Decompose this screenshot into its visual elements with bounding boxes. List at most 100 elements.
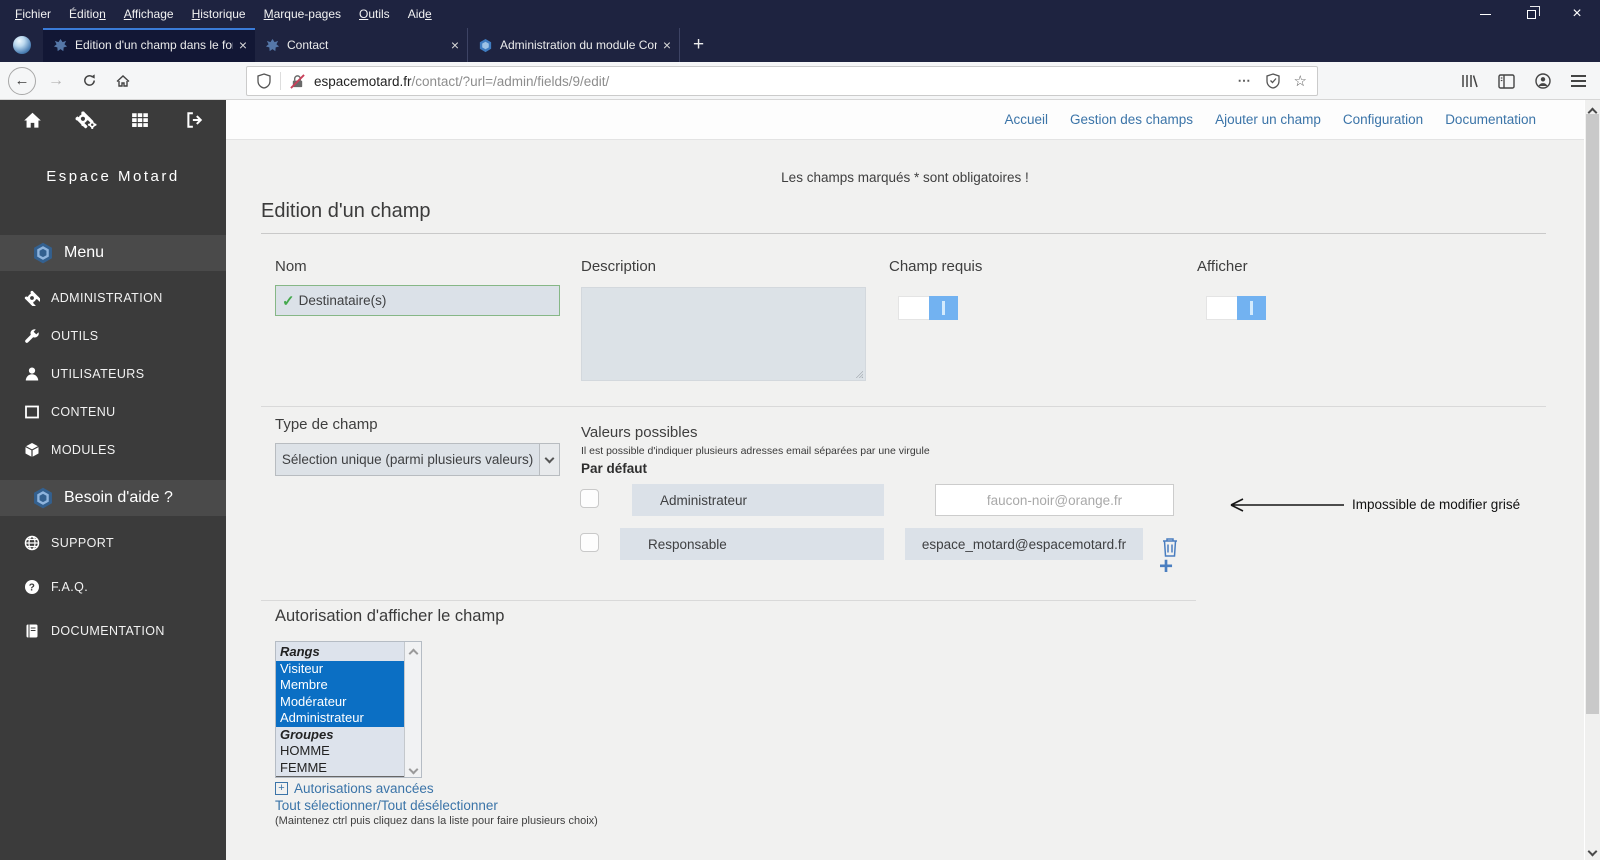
listbox-option-homme[interactable]: HOMME xyxy=(276,743,404,760)
restore-button[interactable] xyxy=(1508,0,1554,28)
bookmark-star-icon[interactable]: ☆ xyxy=(1294,72,1307,90)
menubar-item-aide[interactable]: Aide xyxy=(399,7,441,21)
nav-link-documentation[interactable]: Documentation xyxy=(1445,112,1536,127)
menubar-item-affichage[interactable]: Affichage xyxy=(115,7,183,21)
home-button[interactable] xyxy=(110,73,136,89)
nom-input[interactable]: ✓ Destinataire(s) xyxy=(275,285,560,316)
default-checkbox-responsable[interactable] xyxy=(580,533,599,552)
sidebar-item-utilisateurs[interactable]: UTILISATEURS xyxy=(0,361,226,387)
scroll-down-icon[interactable] xyxy=(408,764,418,775)
sphere-icon xyxy=(13,36,31,54)
page-actions-icon[interactable]: ⋯ xyxy=(1238,73,1252,89)
nav-link-configuration[interactable]: Configuration xyxy=(1343,112,1423,127)
sidebar-item-support[interactable]: SUPPORT xyxy=(0,530,226,556)
page-scrollbar[interactable] xyxy=(1584,100,1600,860)
scrollbar-down-icon[interactable] xyxy=(1587,846,1598,857)
tout-deselectionner-link[interactable]: Tout désélectionner xyxy=(381,798,498,813)
autorisations-avancees-link[interactable]: + Autorisations avancées xyxy=(275,781,434,796)
sidebar-item-faq[interactable]: ? F.A.Q. xyxy=(0,574,226,600)
sidebars-icon[interactable] xyxy=(1498,73,1515,89)
tab-close-icon[interactable]: × xyxy=(239,38,247,52)
valid-check-icon: ✓ xyxy=(282,292,295,310)
hamburger-menu-icon[interactable] xyxy=(1571,75,1586,87)
description-label: Description xyxy=(581,258,657,275)
menubar-item-historique[interactable]: Historique xyxy=(183,7,255,21)
insecure-lock-icon[interactable] xyxy=(290,73,305,89)
value-name-field[interactable]: Responsable xyxy=(620,528,884,560)
tout-selectionner-link[interactable]: Tout sélectionner xyxy=(275,798,377,813)
nav-link-gestion-des-champs[interactable]: Gestion des champs xyxy=(1070,112,1193,127)
logout-button[interactable] xyxy=(182,108,206,132)
tab-close-icon[interactable]: × xyxy=(451,38,459,52)
minimize-button[interactable] xyxy=(1462,0,1508,28)
sidebar-item-label: F.A.Q. xyxy=(51,580,89,594)
listbox-option-membre[interactable]: Membre xyxy=(276,677,404,694)
listbox-option-moderateur[interactable]: Modérateur xyxy=(276,693,404,710)
close-window-button[interactable]: × xyxy=(1554,0,1600,28)
sidebar-menu-label: Menu xyxy=(64,244,105,261)
value-email-field-disabled: faucon-noir@orange.fr xyxy=(935,484,1174,516)
chevron-down-icon xyxy=(544,453,555,463)
reload-button[interactable] xyxy=(76,73,102,88)
annotation-text: Impossible de modifier grisé xyxy=(1352,497,1521,512)
valeurs-hint: Il est possible d'indiquer plusieurs adr… xyxy=(581,445,930,457)
url-domain: espacemotard.fr xyxy=(314,73,412,89)
type-de-champ-label: Type de champ xyxy=(275,416,378,433)
sidebar-item-label: OUTILS xyxy=(51,329,99,343)
sidebar-item-outils[interactable]: OUTILS xyxy=(0,323,226,349)
scroll-up-icon[interactable] xyxy=(408,648,418,659)
resize-grip-icon[interactable] xyxy=(855,370,863,378)
home-shortcut-button[interactable] xyxy=(20,108,44,132)
back-button[interactable]: ← xyxy=(8,66,36,95)
shield-icon[interactable] xyxy=(257,73,271,89)
listbox-option-femme[interactable]: FEMME xyxy=(276,760,404,777)
menubar-item-outils[interactable]: Outils xyxy=(350,7,399,21)
sidebar-item-documentation[interactable]: DOCUMENTATION xyxy=(0,618,226,644)
new-tab-button[interactable]: + xyxy=(679,28,717,62)
scrollbar-thumb[interactable] xyxy=(1586,114,1599,714)
description-textarea[interactable] xyxy=(581,287,866,381)
library-icon[interactable] xyxy=(1461,73,1478,89)
menubar-item-fichier[interactable]: Fichier xyxy=(6,7,60,21)
autorisation-listbox[interactable]: Rangs Visiteur Membre Modérateur Adminis… xyxy=(275,641,422,778)
tab-administration-module[interactable]: Administration du module Con × xyxy=(467,28,679,62)
title-divider xyxy=(261,233,1546,234)
hexagon-logo-icon xyxy=(34,487,52,509)
type-de-champ-value: Sélection unique (parmi plusieurs valeur… xyxy=(281,452,534,467)
sidebar-menu-header[interactable]: Menu xyxy=(0,235,226,271)
sidebar-item-modules[interactable]: MODULES xyxy=(0,437,226,463)
pocket-shield-icon[interactable] xyxy=(1265,73,1280,89)
sign-out-icon xyxy=(187,112,203,128)
value-name-field[interactable]: Administrateur xyxy=(632,484,884,516)
default-checkbox-administrateur[interactable] xyxy=(580,489,599,508)
type-de-champ-select[interactable]: Sélection unique (parmi plusieurs valeur… xyxy=(275,443,560,476)
menubar-item-edition[interactable]: Édition xyxy=(60,7,115,21)
gear-icon xyxy=(24,290,40,306)
sidebar-item-administration[interactable]: ADMINISTRATION xyxy=(0,285,226,311)
sidebar-help-header[interactable]: Besoin d'aide ? xyxy=(0,480,226,516)
value-email-field[interactable]: espace_motard@espacemotard.fr xyxy=(905,528,1143,560)
nom-label: Nom xyxy=(275,258,307,275)
champ-requis-toggle[interactable] xyxy=(898,296,958,320)
afficher-toggle[interactable] xyxy=(1206,296,1266,320)
add-row-button[interactable]: + xyxy=(1159,555,1173,579)
reload-icon xyxy=(83,74,95,86)
select-arrow[interactable] xyxy=(539,444,559,475)
apps-grid-button[interactable] xyxy=(128,108,152,132)
listbox-option-administrateur[interactable]: Administrateur xyxy=(276,710,404,727)
menubar-item-marque-pages[interactable]: Marque-pages xyxy=(255,7,350,21)
listbox-scrollbar[interactable] xyxy=(404,642,421,777)
autorisation-heading: Autorisation d'afficher le champ xyxy=(275,607,505,625)
listbox-option-visiteur[interactable]: Visiteur xyxy=(276,660,404,677)
tab-close-icon[interactable]: × xyxy=(663,38,671,52)
url-bar[interactable]: espacemotard.fr/contact/?url=/admin/fiel… xyxy=(246,66,1318,96)
nav-link-ajouter-un-champ[interactable]: Ajouter un champ xyxy=(1215,112,1321,127)
tab-edition-champ[interactable]: Edition d'un champ dans le for × xyxy=(43,28,255,62)
settings-shortcut-button[interactable] xyxy=(74,108,98,132)
account-icon[interactable] xyxy=(1535,73,1551,89)
urlbar-divider xyxy=(280,72,281,90)
nav-link-accueil[interactable]: Accueil xyxy=(1004,112,1048,127)
sidebar-item-contenu[interactable]: CONTENU xyxy=(0,399,226,425)
tab-title: Edition d'un champ dans le for xyxy=(75,38,233,52)
tab-contact[interactable]: Contact × xyxy=(255,28,467,62)
